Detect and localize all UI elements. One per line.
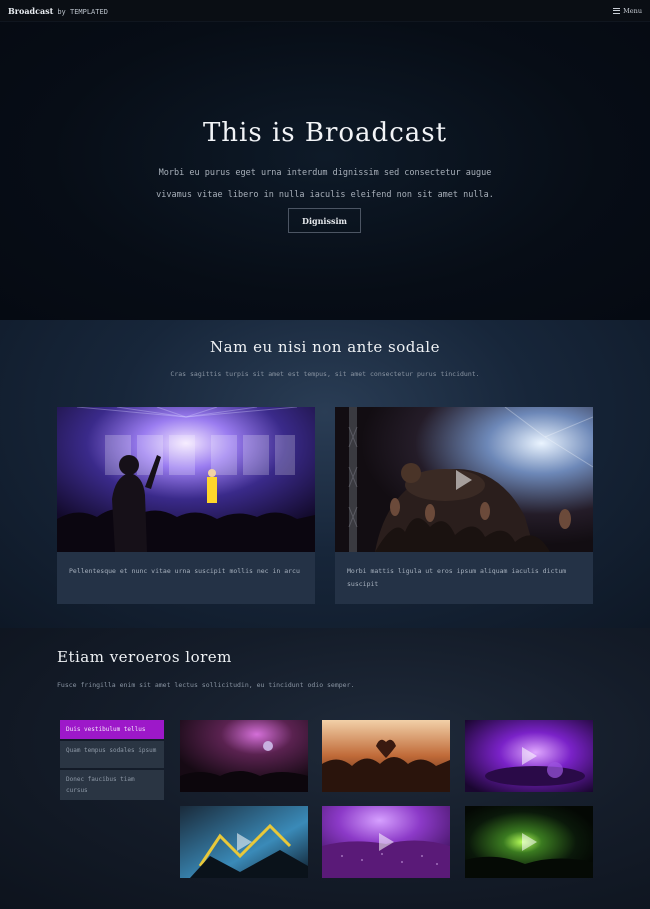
tab-duis-vestibulum[interactable]: Duis vestibulum tellus (60, 720, 164, 739)
gallery-title: Etiam veroeros lorem (57, 648, 232, 666)
play-icon[interactable] (522, 747, 537, 765)
hero-text: Morbi eu purus eget urna interdum dignis… (0, 162, 650, 206)
crowd-surfing-image[interactable] (335, 407, 593, 552)
menu-button[interactable]: Menu (613, 7, 642, 15)
hero-section: This is Broadcast Morbi eu purus eget ur… (0, 22, 650, 320)
featured-card-text: Morbi mattis ligula ut eros ipsum aliqua… (347, 567, 567, 588)
play-icon[interactable] (237, 833, 252, 851)
brand-logo[interactable]: Broadcast by TEMPLATED (8, 6, 108, 16)
gallery-thumb-heart-hands[interactable] (322, 720, 450, 792)
featured-subtitle: Cras sagittis turpis sit amet est tempus… (170, 370, 480, 378)
hero-text-line1: Morbi eu purus eget urna interdum dignis… (158, 168, 492, 178)
gallery-thumb-dj-deck[interactable] (465, 720, 593, 792)
gallery-section: Etiam veroeros lorem Fusce fringilla eni… (0, 628, 650, 909)
gallery-thumb-green-light[interactable] (465, 806, 593, 878)
top-bar: Broadcast by TEMPLATED Menu (0, 0, 650, 22)
gallery-thumb-dancer[interactable] (180, 806, 308, 878)
menu-label: Menu (623, 6, 642, 15)
hero-text-line2: vivamus vitae libero in nulla iaculis el… (156, 190, 494, 200)
hero-title: This is Broadcast (202, 118, 448, 148)
featured-card-concert[interactable]: Pellentesque et nunc vitae urna suscipit… (57, 407, 315, 604)
featured-title: Nam eu nisi non ante sodale (210, 338, 440, 356)
brand-byline: by TEMPLATED (57, 7, 108, 16)
gallery-tabs: Duis vestibulum tellus Quam tempus sodal… (60, 720, 164, 802)
featured-card-text: Pellentesque et nunc vitae urna suscipit… (69, 567, 300, 575)
featured-card-crowd[interactable]: Morbi mattis ligula ut eros ipsum aliqua… (335, 407, 593, 604)
tab-quam-tempus[interactable]: Quam tempus sodales ipsum (60, 741, 164, 768)
gallery-subtitle: Fusce fringilla enim sit amet lectus sol… (57, 681, 355, 689)
tab-donec-faucibus[interactable]: Donec faucibus tiam cursus (60, 770, 164, 800)
gallery-thumb-stage-lights[interactable] (180, 720, 308, 792)
play-icon[interactable] (522, 833, 537, 851)
play-icon[interactable] (456, 469, 472, 490)
dignissim-button[interactable]: Dignissim (288, 208, 361, 233)
hamburger-icon (613, 7, 621, 14)
brand-name[interactable]: Broadcast (8, 6, 53, 16)
concert-stage-image[interactable] (57, 407, 315, 552)
play-icon[interactable] (379, 833, 394, 851)
gallery-thumb-festival-crowd[interactable] (322, 806, 450, 878)
featured-section: Nam eu nisi non ante sodale Cras sagitti… (0, 320, 650, 628)
